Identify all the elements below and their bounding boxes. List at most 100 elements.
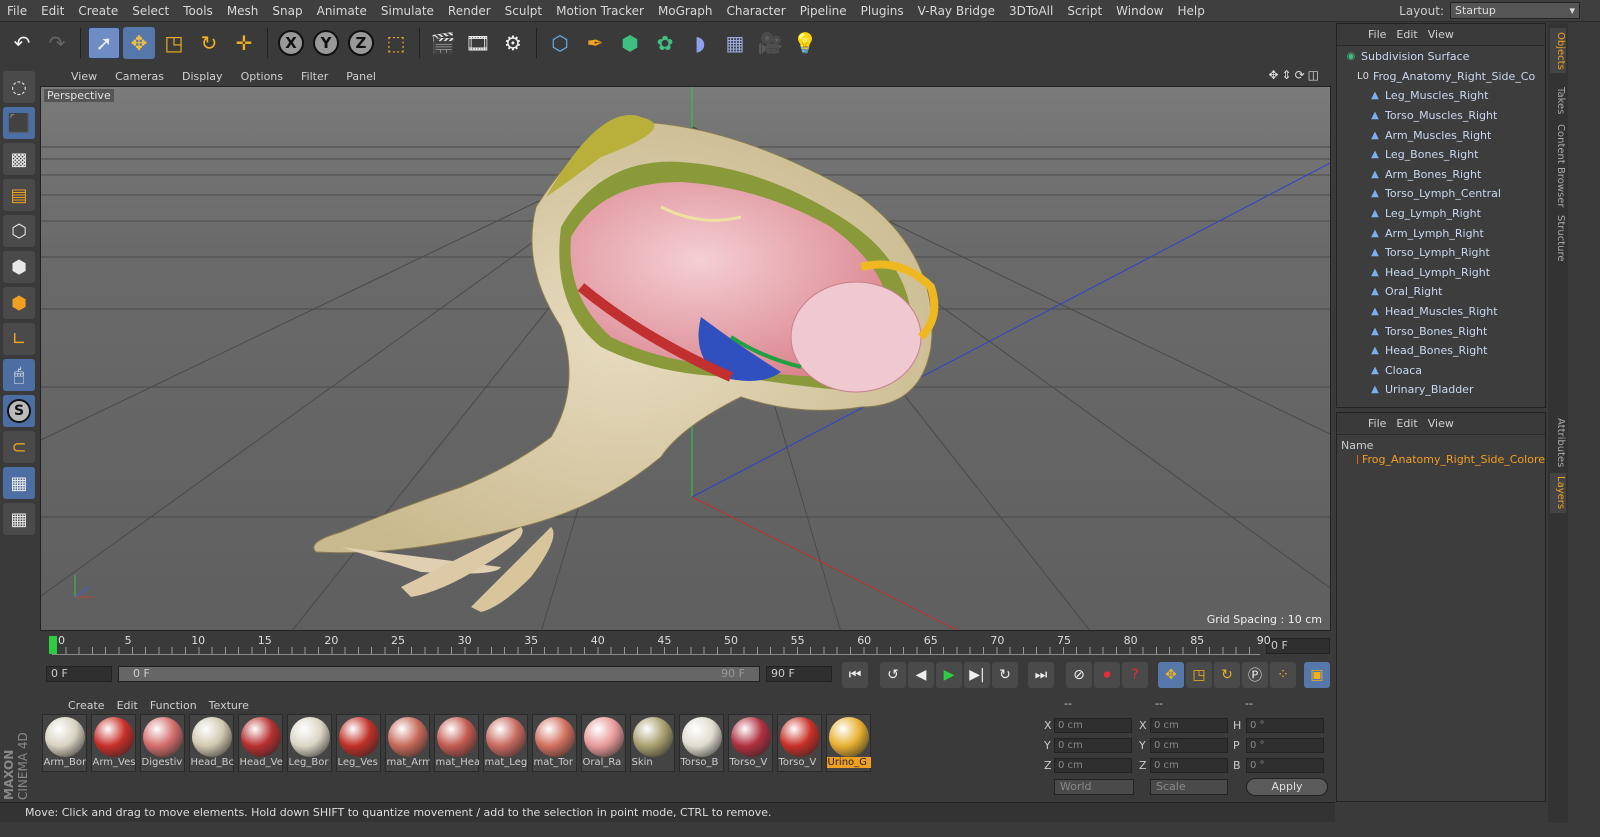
- menu-mograph[interactable]: MoGraph: [651, 4, 720, 18]
- keyframe-lock-icon[interactable]: ⊘: [1066, 662, 1092, 688]
- objects-menu-file[interactable]: File: [1363, 28, 1391, 41]
- pos-y-field[interactable]: 0 cm: [1054, 738, 1132, 753]
- material-swatch[interactable]: Head_Ve: [238, 714, 283, 772]
- size-z-field[interactable]: 0 cm: [1150, 758, 1228, 773]
- solo-icon[interactable]: S: [3, 395, 35, 427]
- material-swatch[interactable]: Urino_G: [826, 714, 871, 772]
- autokey-icon[interactable]: ?: [1122, 662, 1148, 688]
- object-tree-item[interactable]: ▲ Torso_Muscles_Right: [1337, 106, 1545, 126]
- coord-space-dropdown[interactable]: World: [1054, 779, 1134, 795]
- material-swatch[interactable]: Skin: [630, 714, 675, 772]
- add-icon[interactable]: ✛: [228, 27, 260, 59]
- material-swatch[interactable]: Arm_Ves: [91, 714, 136, 772]
- deformer-icon[interactable]: ◗: [684, 27, 716, 59]
- workplane-lock-icon[interactable]: ▦: [3, 467, 35, 499]
- object-tree-item[interactable]: ▲ Arm_Bones_Right: [1337, 165, 1545, 185]
- end-frame-field[interactable]: 0 F: [1266, 638, 1330, 654]
- texture-mode-icon[interactable]: ▩: [3, 143, 35, 175]
- y-axis-icon[interactable]: Y: [310, 27, 342, 59]
- viewport-menu-filter[interactable]: Filter: [292, 70, 337, 83]
- coord-mode-dropdown[interactable]: Scale: [1150, 779, 1228, 795]
- pos-x-field[interactable]: 0 cm: [1054, 718, 1132, 733]
- side-tab-attributes[interactable]: Attributes: [1550, 418, 1566, 468]
- object-tree-item[interactable]: ▲ Leg_Muscles_Right: [1337, 86, 1545, 106]
- apply-button[interactable]: Apply: [1246, 778, 1328, 796]
- objects-menu-edit[interactable]: Edit: [1391, 28, 1422, 41]
- x-axis-icon[interactable]: X: [275, 27, 307, 59]
- timeline-ruler[interactable]: 0 F 0 5 10 15 20 25 30 35 40 45 50 55 60 65 70 75 80 85 90: [40, 633, 1331, 658]
- object-tree-item[interactable]: ▲ Arm_Lymph_Right: [1337, 223, 1545, 243]
- object-tree-item[interactable]: ◉ Subdivision Surface: [1337, 47, 1545, 67]
- viewport-menu-options[interactable]: Options: [232, 70, 292, 83]
- object-tree-item[interactable]: ▲ Leg_Lymph_Right: [1337, 204, 1545, 224]
- layer-item[interactable]: Frog_Anatomy_Right_Side_Colore: [1337, 453, 1545, 466]
- material-swatch[interactable]: Head_Bc: [189, 714, 234, 772]
- tweak-mode-icon[interactable]: 🖱: [3, 359, 35, 391]
- timeline-editor-icon[interactable]: ▣: [1304, 662, 1330, 688]
- menu-snap[interactable]: Snap: [265, 4, 309, 18]
- object-tree-item[interactable]: ▲ Leg_Bones_Right: [1337, 145, 1545, 165]
- object-tree-item[interactable]: ▲ Torso_Lymph_Right: [1337, 243, 1545, 263]
- material-swatch[interactable]: Torso_V: [728, 714, 773, 772]
- key-scale-icon[interactable]: ◳: [1186, 662, 1212, 688]
- menu-animate[interactable]: Animate: [310, 4, 374, 18]
- side-tab-structure[interactable]: Structure: [1550, 213, 1566, 263]
- planar-workplane-icon[interactable]: ▦: [3, 503, 35, 535]
- go-to-start-icon[interactable]: ⏮: [842, 662, 868, 688]
- viewport-nav-icons[interactable]: ✥⇕⟳◫: [1268, 68, 1322, 82]
- menu-window[interactable]: Window: [1109, 4, 1170, 18]
- key-parameter-icon[interactable]: Ⓟ: [1242, 662, 1268, 688]
- z-axis-icon[interactable]: Z: [345, 27, 377, 59]
- redo-icon[interactable]: ↷: [41, 27, 73, 59]
- polygons-mode-icon[interactable]: ⬢: [3, 287, 35, 319]
- layout-dropdown[interactable]: Startup: [1450, 2, 1580, 19]
- snap-icon[interactable]: ⊂: [3, 431, 35, 463]
- material-menu-edit[interactable]: Edit: [111, 699, 144, 712]
- object-tree-item[interactable]: ▲ Cloaca: [1337, 361, 1545, 381]
- material-swatch[interactable]: mat_Hea: [434, 714, 479, 772]
- side-tab-takes[interactable]: Takes: [1550, 83, 1566, 118]
- material-swatch[interactable]: Arm_Bor: [42, 714, 87, 772]
- menu-sculpt[interactable]: Sculpt: [498, 4, 549, 18]
- make-editable-icon[interactable]: ◌: [3, 71, 35, 103]
- scale-icon[interactable]: ◳: [158, 27, 190, 59]
- object-tree-item[interactable]: ▲ Urinary_Bladder: [1337, 380, 1545, 400]
- menu-edit[interactable]: Edit: [34, 4, 71, 18]
- menu-help[interactable]: Help: [1170, 4, 1211, 18]
- pos-z-field[interactable]: 0 cm: [1054, 758, 1132, 773]
- move-icon[interactable]: ✥: [123, 27, 155, 59]
- menu-3dtoall[interactable]: 3DToAll: [1002, 4, 1060, 18]
- object-tree-item[interactable]: ▲ Head_Lymph_Right: [1337, 263, 1545, 283]
- next-key-icon[interactable]: ↻: [992, 662, 1018, 688]
- layers-menu-edit[interactable]: Edit: [1391, 417, 1422, 430]
- menu-v-ray-bridge[interactable]: V-Ray Bridge: [911, 4, 1002, 18]
- current-frame-field[interactable]: 0 F: [46, 666, 112, 682]
- object-tree-item[interactable]: L0 Frog_Anatomy_Right_Side_Co: [1337, 67, 1545, 87]
- material-menu-function[interactable]: Function: [144, 699, 203, 712]
- menu-character[interactable]: Character: [719, 4, 792, 18]
- material-swatch[interactable]: Torso_V: [777, 714, 822, 772]
- array-icon[interactable]: ✿: [649, 27, 681, 59]
- material-swatch[interactable]: Oral_Ra: [581, 714, 626, 772]
- object-tree-item[interactable]: ▲ Head_Muscles_Right: [1337, 302, 1545, 322]
- objects-menu-view[interactable]: View: [1423, 28, 1459, 41]
- points-mode-icon[interactable]: ⬡: [3, 215, 35, 247]
- layers-menu-file[interactable]: File: [1363, 417, 1391, 430]
- model-mode-icon[interactable]: ⬛: [3, 107, 35, 139]
- menu-plugins[interactable]: Plugins: [854, 4, 911, 18]
- material-swatch[interactable]: Leg_Bor: [287, 714, 332, 772]
- go-to-end-icon[interactable]: ⏭: [1028, 662, 1054, 688]
- workplane-icon[interactable]: ▤: [3, 179, 35, 211]
- side-tab-objects[interactable]: Objects: [1550, 28, 1566, 73]
- floor-icon[interactable]: ▦: [719, 27, 751, 59]
- object-tree-item[interactable]: ▲ Head_Bones_Right: [1337, 341, 1545, 361]
- material-swatch[interactable]: mat_Leg: [483, 714, 528, 772]
- rot-h-field[interactable]: 0 °: [1246, 718, 1324, 733]
- material-swatch[interactable]: Digestiv: [140, 714, 185, 772]
- menu-pipeline[interactable]: Pipeline: [793, 4, 854, 18]
- menu-create[interactable]: Create: [71, 4, 125, 18]
- menu-mesh[interactable]: Mesh: [220, 4, 266, 18]
- live-select-icon[interactable]: ➚: [88, 27, 120, 59]
- menu-render[interactable]: Render: [441, 4, 498, 18]
- rotate-icon[interactable]: ↻: [193, 27, 225, 59]
